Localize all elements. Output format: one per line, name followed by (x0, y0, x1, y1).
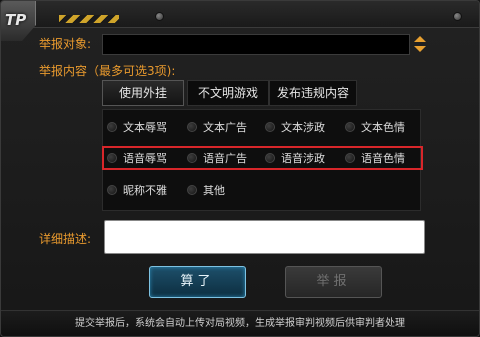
tab-cheating[interactable]: 使用外挂 (102, 80, 184, 106)
report-target-field[interactable] (102, 34, 410, 55)
option-nickname[interactable]: 昵称不雅 (107, 182, 167, 198)
option-label: 文本色情 (361, 121, 405, 134)
tp-logo-text: TP (5, 11, 27, 29)
option-text-porn[interactable]: 文本色情 (345, 119, 405, 135)
tab-label: 不文明游戏 (197, 86, 258, 100)
detail-label: 详细描述: (39, 232, 92, 246)
cancel-button[interactable]: 算了 (149, 266, 246, 298)
report-content-label: 举报内容（最多可选3项): (39, 64, 176, 78)
voice-options-highlight (102, 146, 423, 170)
tab-illegal-content[interactable]: 发布违规内容 (269, 80, 357, 106)
screw-icon (155, 12, 164, 21)
option-label: 昵称不雅 (123, 184, 167, 197)
report-button[interactable]: 举报 (285, 266, 382, 298)
radio-icon (345, 122, 355, 132)
tab-label: 使用外挂 (118, 86, 167, 100)
radio-icon (187, 185, 197, 195)
tab-uncivil-play[interactable]: 不文明游戏 (187, 80, 269, 106)
option-text-ads[interactable]: 文本广告 (187, 119, 247, 135)
dialog-header (1, 1, 479, 28)
option-label: 其他 (203, 184, 225, 197)
option-label: 文本辱骂 (123, 121, 167, 134)
option-text-politics[interactable]: 文本涉政 (265, 119, 325, 135)
tab-label: 发布违规内容 (276, 86, 349, 100)
footer-note: 提交举报后，系统会自动上传对局视频，生成举报审判视频后供审判者处理 (1, 310, 479, 336)
detail-description-field[interactable] (104, 220, 425, 254)
tp-logo: TP (1, 1, 36, 41)
report-dialog: TP 举报对象: 举报内容（最多可选3项): 使用外挂 不文明游戏 发布违规内容… (0, 0, 480, 337)
option-label: 文本涉政 (281, 121, 325, 134)
radio-icon (187, 122, 197, 132)
screw-icon (453, 12, 462, 21)
hazard-stripes (59, 15, 119, 23)
radio-icon (107, 185, 117, 195)
up-down-arrow-icon[interactable] (413, 35, 427, 53)
radio-icon (265, 122, 275, 132)
option-label: 文本广告 (203, 121, 247, 134)
radio-icon (107, 122, 117, 132)
option-text-abuse[interactable]: 文本辱骂 (107, 119, 167, 135)
option-other[interactable]: 其他 (187, 182, 225, 198)
report-target-label: 举报对象: (39, 37, 92, 51)
